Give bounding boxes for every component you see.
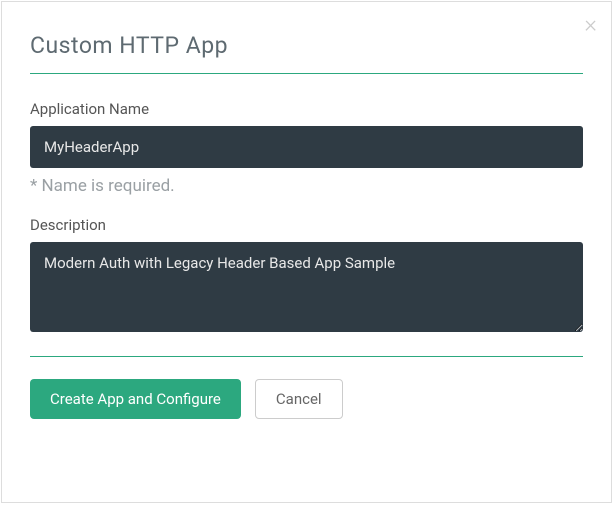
application-name-help: * Name is required.: [30, 176, 583, 196]
application-name-label: Application Name: [30, 100, 583, 118]
application-name-field-group: Application Name * Name is required.: [30, 100, 583, 196]
cancel-button[interactable]: Cancel: [255, 379, 343, 419]
create-app-button[interactable]: Create App and Configure: [30, 379, 241, 419]
close-icon[interactable]: ×: [584, 12, 597, 36]
description-field-group: Description Modern Auth with Legacy Head…: [30, 216, 583, 336]
button-row: Create App and Configure Cancel: [30, 379, 583, 419]
divider: [30, 356, 583, 357]
modal-title: Custom HTTP App: [30, 32, 583, 74]
application-name-input[interactable]: [30, 126, 583, 168]
custom-http-app-modal: × Custom HTTP App Application Name * Nam…: [1, 1, 612, 503]
description-label: Description: [30, 216, 583, 234]
description-input[interactable]: Modern Auth with Legacy Header Based App…: [30, 242, 583, 332]
